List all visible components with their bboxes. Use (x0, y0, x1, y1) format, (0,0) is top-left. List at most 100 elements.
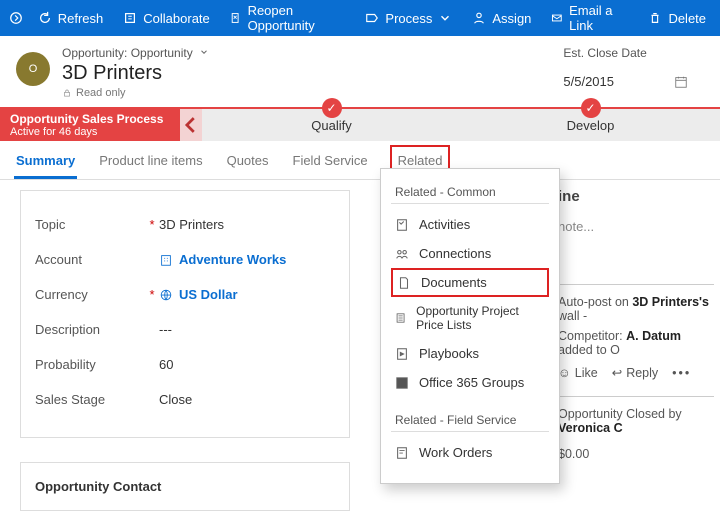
process-icon (365, 11, 379, 25)
chevron-down-icon (438, 11, 452, 25)
delete-icon (648, 11, 662, 25)
related-o365[interactable]: Office 365 Groups (391, 368, 549, 397)
globe-icon (159, 288, 173, 302)
form-column: Topic * 3D Printers Account Adventure Wo… (0, 190, 360, 511)
topic-label: Topic (35, 217, 145, 232)
timeline-amount: $0.00 (558, 447, 714, 461)
process-button[interactable]: Process (355, 0, 462, 36)
email-label: Email a Link (569, 3, 628, 33)
reply-icon: ↩ (612, 365, 622, 380)
description-label: Description (35, 322, 145, 337)
account-value[interactable]: Adventure Works (159, 252, 335, 267)
required-indicator: * (145, 287, 159, 302)
close-date-label: Est. Close Date (563, 46, 688, 60)
process-name: Opportunity Sales Process (10, 112, 170, 126)
probability-value: 60 (159, 357, 335, 372)
reopen-icon (230, 11, 242, 25)
more-button[interactable]: ••• (672, 366, 691, 380)
field-sales-stage[interactable]: Sales Stage Close (35, 382, 335, 417)
related-playbooks[interactable]: Playbooks (391, 339, 549, 368)
related-menu: Related - Common Activities Connections … (380, 168, 560, 484)
divider (558, 284, 714, 285)
opportunity-contact-section: Opportunity Contact (20, 462, 350, 511)
email-link-button[interactable]: Email a Link (541, 0, 638, 36)
delete-button[interactable]: Delete (638, 0, 716, 36)
related-opp-price-lists[interactable]: Opportunity Project Price Lists (391, 297, 549, 339)
sales-stage-label: Sales Stage (35, 392, 145, 407)
stage-check-icon: ✓ (581, 98, 601, 118)
record-header: O Opportunity: Opportunity 3D Printers R… (0, 36, 720, 107)
timeline-note-input[interactable]: note... (558, 219, 714, 234)
account-label: Account (35, 252, 145, 267)
tab-product-line-items[interactable]: Product line items (97, 143, 204, 179)
process-label: Process (385, 11, 432, 26)
assign-label: Assign (492, 11, 531, 26)
process-back-button[interactable] (180, 109, 202, 141)
timeline-entry: Auto-post on 3D Printers's wall - (558, 295, 714, 323)
avatar: O (16, 52, 50, 86)
record-title: 3D Printers (62, 62, 563, 85)
currency-value[interactable]: US Dollar (159, 287, 335, 302)
stage-check-icon: ✓ (322, 98, 342, 118)
divider (558, 396, 714, 397)
process-active: Active for 46 days (10, 126, 170, 138)
refresh-label: Refresh (58, 11, 104, 26)
activities-icon (395, 218, 409, 232)
header-close-date: Est. Close Date 5/5/2015 (563, 46, 704, 89)
related-work-orders[interactable]: Work Orders (391, 438, 549, 467)
timeline-entry: Opportunity Closed by Veronica C (558, 407, 714, 435)
related-group-fieldservice: Related - Field Service (391, 411, 549, 432)
collaborate-icon (123, 11, 137, 25)
field-topic[interactable]: Topic * 3D Printers (35, 207, 335, 242)
email-icon (551, 11, 563, 25)
stage-qualify[interactable]: ✓ Qualify (202, 109, 461, 141)
building-icon (159, 253, 173, 267)
related-documents[interactable]: Documents (391, 268, 549, 297)
currency-label: Currency (35, 287, 145, 302)
refresh-button[interactable]: Refresh (28, 0, 114, 36)
stage-qualify-label: Qualify (311, 118, 351, 133)
probability-label: Probability (35, 357, 145, 372)
breadcrumb-text: Opportunity: Opportunity (62, 46, 193, 60)
assign-icon (472, 11, 486, 25)
related-activities[interactable]: Activities (391, 210, 549, 239)
command-bar: Refresh Collaborate Reopen Opportunity P… (0, 0, 720, 36)
tab-field-service[interactable]: Field Service (291, 143, 370, 179)
tab-quotes[interactable]: Quotes (225, 143, 271, 179)
field-currency[interactable]: Currency * US Dollar (35, 277, 335, 312)
field-account[interactable]: Account Adventure Works (35, 242, 335, 277)
connections-icon (395, 247, 409, 261)
stage-develop[interactable]: ✓ Develop (461, 109, 720, 141)
process-name-pill[interactable]: Opportunity Sales Process Active for 46 … (0, 109, 180, 141)
timeline-actions: ☺Like ↩Reply ••• (558, 365, 714, 380)
close-date-value: 5/5/2015 (563, 74, 614, 89)
related-group-common: Related - Common (391, 183, 549, 204)
required-indicator: * (145, 217, 159, 232)
calendar-icon[interactable] (674, 75, 688, 89)
reopen-button[interactable]: Reopen Opportunity (220, 0, 356, 36)
timeline-title: ine (558, 188, 714, 205)
assign-button[interactable]: Assign (462, 0, 541, 36)
refresh-icon (38, 11, 52, 25)
business-process-bar: Opportunity Sales Process Active for 46 … (0, 107, 720, 141)
lock-icon (62, 88, 72, 98)
field-probability[interactable]: Probability 60 (35, 347, 335, 382)
collaborate-label: Collaborate (143, 11, 210, 26)
delete-label: Delete (668, 11, 706, 26)
stage-develop-label: Develop (567, 118, 615, 133)
office365-icon (395, 376, 409, 390)
list-icon (395, 311, 406, 325)
main-content: Topic * 3D Printers Account Adventure Wo… (0, 180, 720, 511)
tab-summary[interactable]: Summary (14, 143, 77, 179)
readonly-label: Read only (76, 87, 126, 99)
documents-icon (397, 276, 411, 290)
reply-button[interactable]: ↩Reply (612, 365, 658, 380)
nav-go-icon[interactable] (4, 0, 28, 36)
field-description[interactable]: Description --- (35, 312, 335, 347)
breadcrumb[interactable]: Opportunity: Opportunity (62, 46, 563, 60)
chevron-down-icon (199, 46, 209, 60)
collaborate-button[interactable]: Collaborate (113, 0, 220, 36)
readonly-indicator: Read only (62, 87, 563, 99)
like-button[interactable]: ☺Like (558, 366, 598, 380)
related-connections[interactable]: Connections (391, 239, 549, 268)
